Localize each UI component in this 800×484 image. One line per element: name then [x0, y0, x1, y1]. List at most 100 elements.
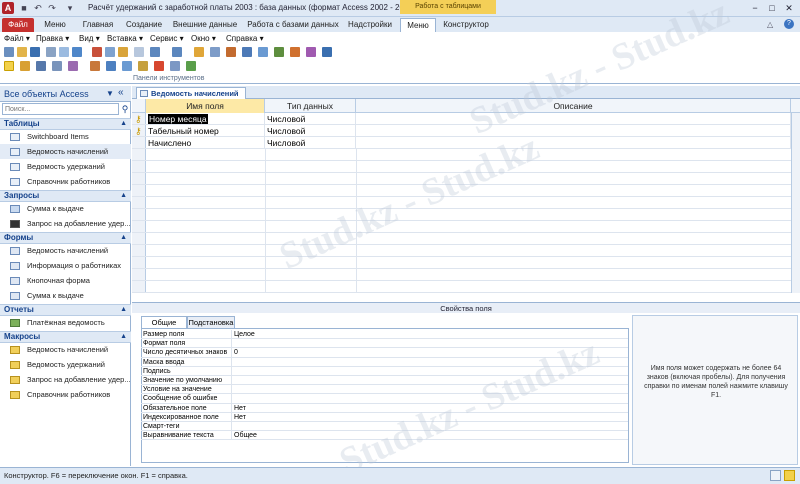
copy-icon[interactable]	[105, 47, 115, 57]
property-row[interactable]: Выравнивание текста Общее	[141, 431, 628, 441]
tab-external-data[interactable]: Внешние данные	[170, 18, 240, 32]
tab-general[interactable]: Общие	[141, 316, 187, 328]
nav-item-query-total[interactable]: Сумма к выдаче	[0, 201, 131, 216]
new-object-icon[interactable]	[306, 47, 316, 57]
nav-item-macro-employees[interactable]: Справочник работников	[0, 387, 131, 402]
tab-create[interactable]: Создание	[122, 18, 166, 32]
report-icon[interactable]	[170, 61, 180, 71]
table-row[interactable]: Начислено Числовой	[132, 137, 800, 149]
delete-row-icon[interactable]	[68, 61, 78, 71]
property-row[interactable]: Условие на значение	[141, 385, 628, 395]
table-icon[interactable]	[122, 61, 132, 71]
document-tab[interactable]: Ведомость начислений	[136, 87, 246, 99]
field-name-cell[interactable]: Табельный номер	[146, 125, 265, 137]
nav-item-deductions-table[interactable]: Ведомость удержаний	[0, 159, 131, 174]
description-cell[interactable]	[356, 137, 791, 149]
minimize-button[interactable]: −	[748, 2, 762, 14]
cut-icon[interactable]	[92, 47, 102, 57]
nav-item-macro-deductions[interactable]: Ведомость удержаний	[0, 357, 131, 372]
nav-item-form-payroll[interactable]: Ведомость начислений	[0, 243, 131, 258]
tab-database-tools[interactable]: Работа с базами данных	[244, 18, 342, 32]
maximize-button[interactable]: □	[765, 2, 779, 14]
nav-pane-header[interactable]: Все объекты Access ▼ «	[0, 86, 131, 102]
save-toolbar-icon[interactable]	[30, 47, 40, 57]
chevron-up-icon[interactable]: ▲	[120, 332, 127, 342]
column-header-data-type[interactable]: Тип данных	[265, 99, 356, 113]
table-row[interactable]: ⚷ Номер месяца Числовой	[132, 113, 800, 125]
nav-item-query-append[interactable]: Запрос на добавление удер...	[0, 216, 131, 231]
redo-toolbar-icon[interactable]	[172, 47, 182, 57]
nav-item-employees-table[interactable]: Справочник работников	[0, 174, 131, 189]
nav-item-form-switchboard[interactable]: Кнопочная форма	[0, 273, 131, 288]
field-name-cell[interactable]: Номер месяца	[146, 113, 265, 125]
menu-file[interactable]: Файл ▾	[4, 34, 30, 43]
property-row[interactable]: Смарт-теги	[141, 422, 628, 432]
datasheet-view-icon[interactable]	[770, 470, 781, 481]
spelling-icon[interactable]	[72, 47, 82, 57]
chevron-up-icon[interactable]: ▲	[120, 119, 127, 129]
new-icon[interactable]	[4, 47, 14, 57]
property-row[interactable]: Сообщение об ошибке	[141, 394, 628, 404]
tab-lookup[interactable]: Подстановка	[187, 316, 235, 328]
insert-rows-icon[interactable]	[226, 47, 236, 57]
column-header-field-name[interactable]: Имя поля	[146, 99, 265, 113]
macro-icon[interactable]	[186, 61, 196, 71]
primary-key-icon[interactable]	[20, 61, 30, 71]
chevron-up-icon[interactable]: ▲	[120, 305, 127, 315]
column-header-description[interactable]: Описание	[356, 99, 791, 113]
nav-item-form-employees-info[interactable]: Информация о работниках	[0, 258, 131, 273]
ribbon-collapse-icon[interactable]: △	[767, 20, 773, 29]
paste-icon[interactable]	[118, 47, 128, 57]
menu-tools[interactable]: Сервис ▾	[150, 34, 184, 43]
table-row[interactable]: ⚷ Табельный номер Числовой	[132, 125, 800, 137]
description-cell[interactable]	[356, 125, 791, 137]
nav-item-report-payment[interactable]: Платёжная ведомость	[0, 315, 131, 330]
delete-rows-icon[interactable]	[242, 47, 252, 57]
tab-file[interactable]: Файл	[2, 18, 34, 32]
tab-addins[interactable]: Надстройки	[344, 18, 396, 32]
insert-row-icon[interactable]	[52, 61, 62, 71]
nav-dropdown-icon[interactable]: ▼	[106, 89, 114, 98]
menu-view[interactable]: Вид ▾	[79, 34, 100, 43]
description-cell[interactable]	[356, 113, 791, 125]
menu-edit[interactable]: Правка ▾	[36, 34, 69, 43]
property-row[interactable]: Обязательное поле Нет	[141, 403, 628, 413]
preview-icon[interactable]	[59, 47, 69, 57]
lookup-icon[interactable]	[90, 61, 100, 71]
property-row[interactable]: Индексированное поле Нет	[141, 412, 628, 422]
menu-help[interactable]: Справка ▾	[226, 34, 264, 43]
property-row[interactable]: Значение по умолчанию	[141, 376, 628, 386]
property-sheet-icon[interactable]	[106, 61, 116, 71]
help-icon[interactable]: ?	[784, 19, 794, 29]
indexes-2-icon[interactable]	[36, 61, 46, 71]
indexes-icon[interactable]	[210, 47, 220, 57]
tab-menu-context[interactable]: Меню	[400, 18, 436, 32]
nav-item-macro-append[interactable]: Запрос на добавление удер...	[0, 372, 131, 387]
nav-item-switchboard-items[interactable]: Switchboard Items	[0, 129, 131, 144]
open-icon[interactable]	[17, 47, 27, 57]
primary-key-toolbar-icon[interactable]	[194, 47, 204, 57]
undo-icon[interactable]: ↶	[32, 2, 44, 14]
row-selector-header[interactable]	[132, 99, 146, 113]
query-icon[interactable]	[138, 61, 148, 71]
print-icon[interactable]	[46, 47, 56, 57]
customize-toolbar-icon[interactable]: ▾	[64, 2, 76, 14]
empty-rows[interactable]	[132, 149, 791, 293]
property-row[interactable]: Размер поля Целое	[141, 330, 628, 340]
nav-pane-title[interactable]: Все объекты Access	[4, 89, 89, 99]
tab-designer[interactable]: Конструктор	[438, 18, 494, 32]
tab-menu[interactable]: Меню	[38, 18, 72, 32]
help-toolbar-icon[interactable]	[322, 47, 332, 57]
property-row[interactable]: Число десятичных знаков 0	[141, 348, 628, 358]
vertical-scrollbar[interactable]	[791, 113, 800, 293]
property-row[interactable]: Формат поля	[141, 339, 628, 349]
properties-icon[interactable]	[258, 47, 268, 57]
design-view-icon[interactable]	[4, 61, 14, 71]
menu-window[interactable]: Окно ▾	[191, 34, 216, 43]
nav-item-payroll-table[interactable]: Ведомость начислений	[0, 144, 131, 159]
form-icon[interactable]	[154, 61, 164, 71]
chevron-up-icon[interactable]: ▲	[120, 191, 127, 201]
menu-insert[interactable]: Вставка ▾	[107, 34, 143, 43]
build-icon[interactable]	[274, 47, 284, 57]
property-row[interactable]: Подпись	[141, 366, 628, 376]
